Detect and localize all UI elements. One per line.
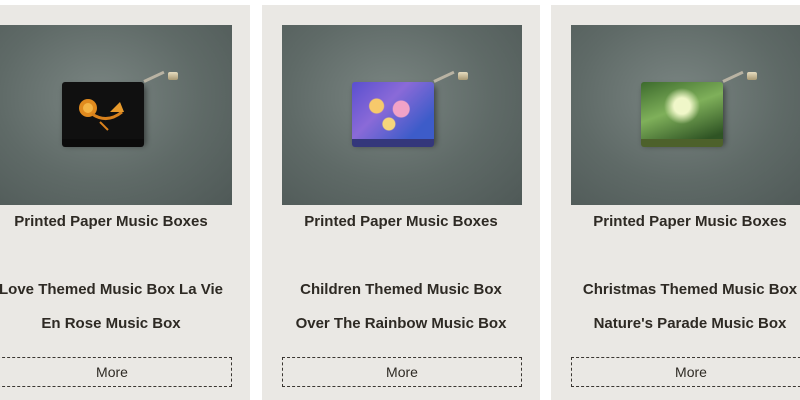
- crank-handle-icon: [433, 70, 468, 86]
- music-box-forest-illustration: [641, 70, 757, 147]
- music-box-rose-illustration: [62, 70, 178, 147]
- crank-arm: [722, 70, 744, 83]
- product-title-line: En Rose Music Box: [41, 315, 181, 332]
- product-image[interactable]: [0, 25, 232, 205]
- more-button[interactable]: More: [0, 357, 232, 387]
- box-side: [641, 139, 723, 147]
- crank-handle-icon: [143, 70, 178, 86]
- crank-knob: [458, 72, 468, 80]
- more-button[interactable]: More: [282, 357, 522, 387]
- box-side: [352, 139, 434, 147]
- crank-knob: [747, 72, 757, 80]
- music-box-rainbow-illustration: [352, 70, 468, 147]
- product-image[interactable]: [571, 25, 800, 205]
- rose-icon: [79, 99, 124, 131]
- product-category: Printed Paper Music Boxes: [304, 213, 498, 230]
- product-title-line: Christmas Themed Music Box: [582, 281, 798, 298]
- crank-knob: [168, 72, 178, 80]
- product-title-line: Over The Rainbow Music Box: [295, 315, 507, 332]
- product-title[interactable]: Children Themed Music Box Over The Rainb…: [262, 273, 540, 341]
- product-title-line: Nature's Parade Music Box: [593, 315, 787, 332]
- product-category: Printed Paper Music Boxes: [593, 213, 787, 230]
- crank-arm: [143, 70, 165, 83]
- more-button[interactable]: More: [571, 357, 800, 387]
- product-grid: Printed Paper Music Boxes Love Themed Mu…: [0, 0, 800, 400]
- product-title-line: Love Themed Music Box La Vie: [0, 281, 223, 298]
- product-image[interactable]: [282, 25, 522, 205]
- product-card: Printed Paper Music Boxes Love Themed Mu…: [0, 5, 250, 400]
- product-title[interactable]: Christmas Themed Music Box Nature's Para…: [551, 273, 800, 341]
- product-card: Printed Paper Music Boxes Christmas Them…: [551, 5, 800, 400]
- product-title-line: Children Themed Music Box: [300, 281, 502, 298]
- product-title[interactable]: Love Themed Music Box La Vie En Rose Mus…: [0, 273, 250, 341]
- crank-handle-icon: [722, 70, 757, 86]
- product-category: Printed Paper Music Boxes: [14, 213, 208, 230]
- product-card: Printed Paper Music Boxes Children Theme…: [262, 5, 540, 400]
- crank-arm: [433, 70, 455, 83]
